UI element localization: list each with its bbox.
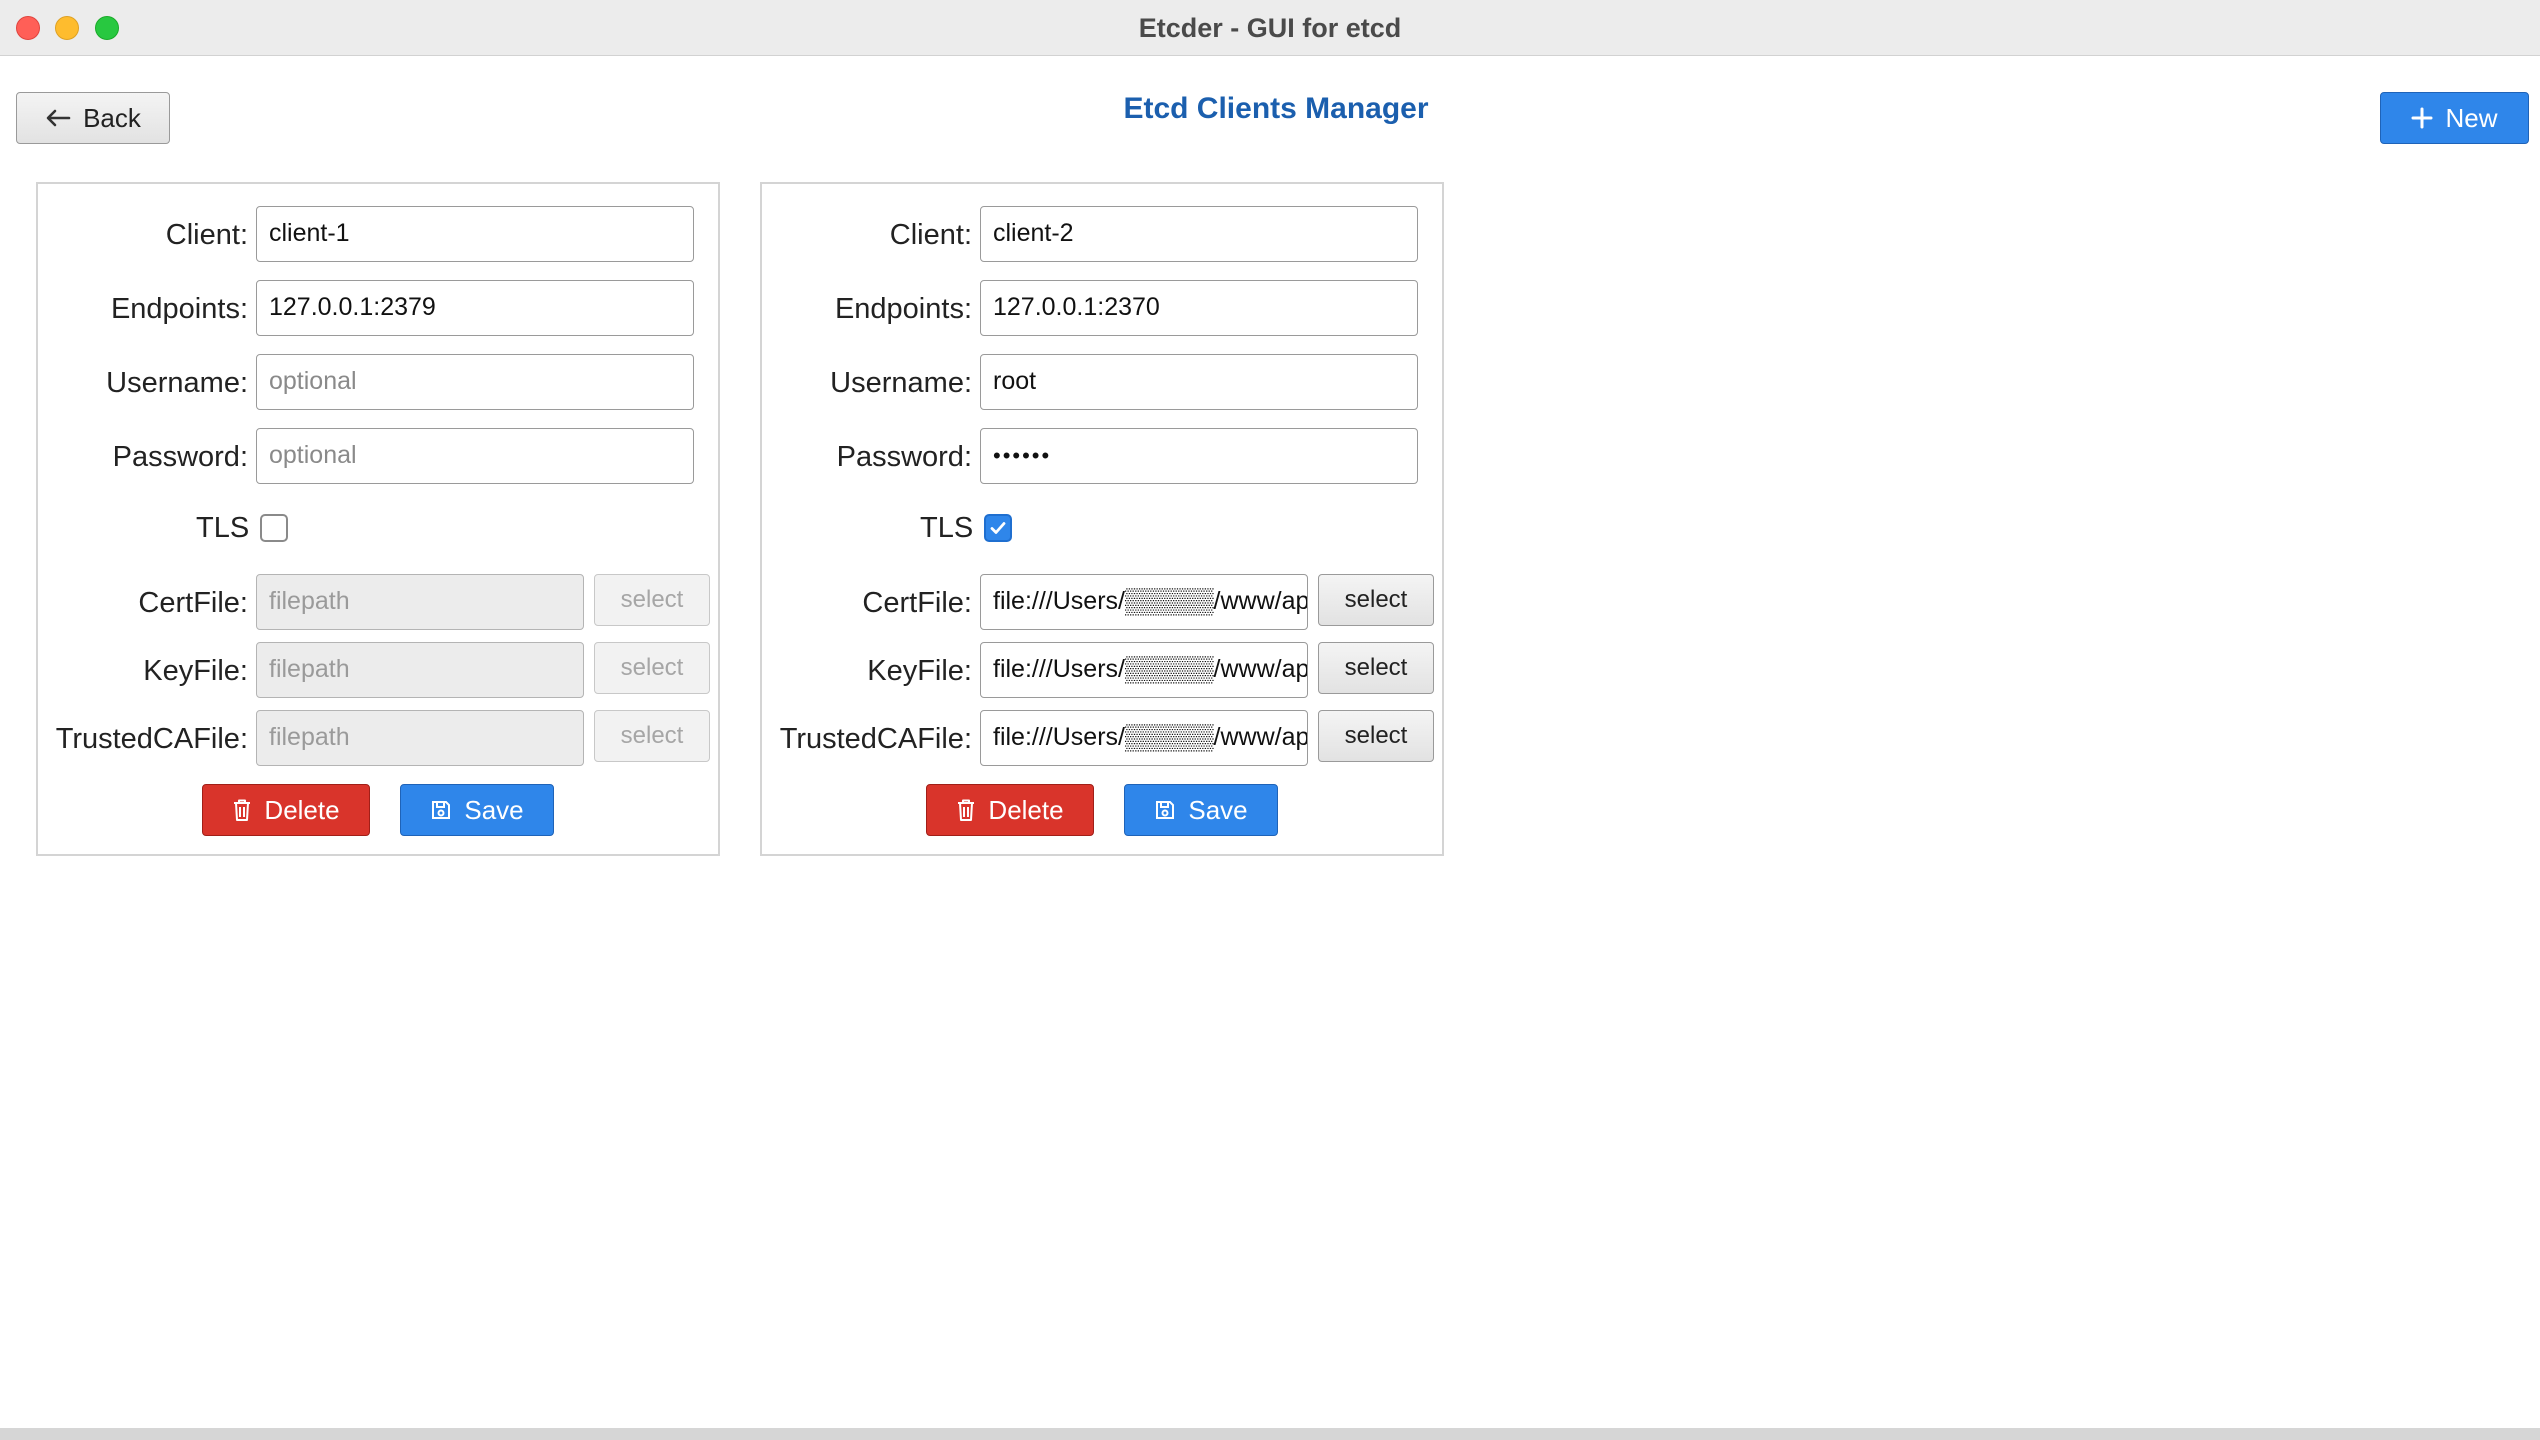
window-titlebar: Etcder - GUI for etcd — [0, 0, 2540, 56]
keyfile-select-button[interactable]: select — [1318, 642, 1434, 694]
trash-icon — [956, 798, 976, 822]
endpoints-input[interactable]: 127.0.0.1:2379 — [256, 280, 694, 336]
client-name-input[interactable]: client-2 — [980, 206, 1418, 262]
client-label: Client: — [165, 219, 248, 251]
select-button-label: select — [1344, 654, 1408, 681]
certfile-select-button[interactable]: select — [1318, 574, 1434, 626]
select-button-label: select — [620, 654, 684, 681]
trustedcafile-input[interactable]: file:///Users/▒▒▒▒▒/www/ap — [980, 710, 1308, 766]
trustedcafile-select-button[interactable]: select — [1318, 710, 1434, 762]
trustedcafile-label: TrustedCAFile: — [779, 723, 972, 755]
endpoints-label: Endpoints: — [834, 293, 972, 325]
password-input[interactable]: optional — [256, 428, 694, 484]
client-card: Client: client-2 Endpoints: 127.0.0.1:23… — [760, 182, 1444, 856]
delete-button[interactable]: Delete — [926, 784, 1094, 836]
select-button-label: select — [620, 586, 684, 613]
save-button-label: Save — [1188, 794, 1248, 825]
keyfile-select-button[interactable]: select — [594, 642, 710, 694]
floppy-disk-icon — [1154, 799, 1176, 821]
password-label: Password: — [112, 441, 248, 473]
horizontal-scrollbar[interactable] — [0, 1428, 2540, 1440]
delete-button[interactable]: Delete — [202, 784, 370, 836]
new-client-button[interactable]: New — [2380, 92, 2529, 144]
page-title: Etcd Clients Manager — [1123, 92, 1429, 125]
keyfile-label: KeyFile: — [143, 655, 248, 687]
client-name-input[interactable]: client-1 — [256, 206, 694, 262]
select-button-label: select — [1344, 722, 1408, 749]
trustedcafile-label: TrustedCAFile: — [55, 723, 248, 755]
username-label: Username: — [830, 367, 972, 399]
password-input[interactable]: •••••• — [980, 428, 1418, 484]
certfile-label: CertFile: — [862, 587, 972, 619]
save-button[interactable]: Save — [1124, 784, 1278, 836]
save-button[interactable]: Save — [400, 784, 554, 836]
tls-label: TLS — [920, 512, 974, 544]
tls-checkbox[interactable] — [984, 514, 1012, 542]
plus-icon — [2411, 107, 2433, 129]
client-label: Client: — [889, 219, 972, 251]
trash-icon — [232, 798, 252, 822]
window-title: Etcder - GUI for etcd — [1138, 13, 1402, 43]
delete-button-label: Delete — [264, 794, 340, 825]
tls-label: TLS — [196, 512, 250, 544]
trustedcafile-select-button[interactable]: select — [594, 710, 710, 762]
delete-button-label: Delete — [988, 794, 1064, 825]
certfile-label: CertFile: — [138, 587, 248, 619]
select-button-label: select — [1344, 586, 1408, 613]
keyfile-input[interactable]: filepath — [256, 642, 584, 698]
keyfile-label: KeyFile: — [867, 655, 972, 687]
tls-checkbox[interactable] — [260, 514, 288, 542]
username-input[interactable]: optional — [256, 354, 694, 410]
certfile-select-button[interactable]: select — [594, 574, 710, 626]
username-input[interactable]: root — [980, 354, 1418, 410]
client-card: Client: client-1 Endpoints: 127.0.0.1:23… — [36, 182, 720, 856]
password-label: Password: — [836, 441, 972, 473]
new-client-button-label: New — [2445, 102, 2498, 133]
trustedcafile-input[interactable]: filepath — [256, 710, 584, 766]
certfile-input[interactable]: filepath — [256, 574, 584, 630]
username-label: Username: — [106, 367, 248, 399]
certfile-input[interactable]: file:///Users/▒▒▒▒▒/www/ap — [980, 574, 1308, 630]
keyfile-input[interactable]: file:///Users/▒▒▒▒▒/www/ap — [980, 642, 1308, 698]
endpoints-input[interactable]: 127.0.0.1:2370 — [980, 280, 1418, 336]
floppy-disk-icon — [430, 799, 452, 821]
select-button-label: select — [620, 722, 684, 749]
endpoints-label: Endpoints: — [110, 293, 248, 325]
save-button-label: Save — [464, 794, 524, 825]
